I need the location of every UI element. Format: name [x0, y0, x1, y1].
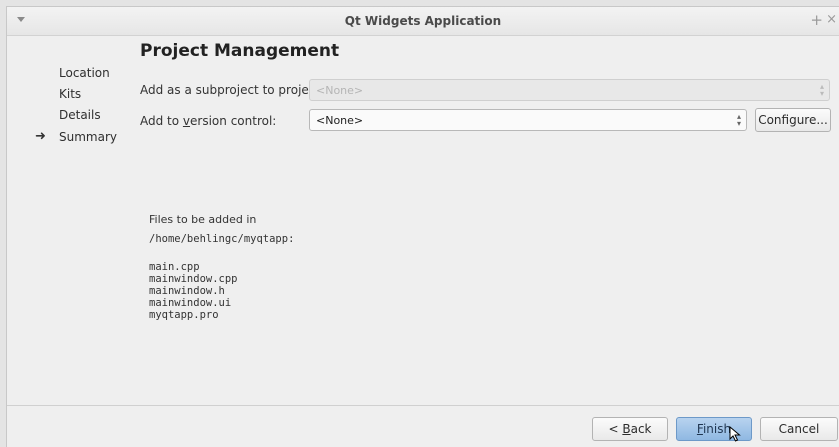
close-icon[interactable]: ×: [826, 12, 837, 27]
step-details: Details: [59, 108, 101, 122]
files-intro: Files to be added in: [149, 213, 257, 226]
combo-spin-icon: ▴ ▾: [736, 112, 741, 128]
subproject-label: Add as a subproject to project:: [140, 83, 325, 97]
combo-spin-icon: ▴ ▾: [819, 82, 824, 98]
file-item: mainwindow.h: [149, 285, 225, 297]
mouse-pointer-icon: [729, 426, 741, 442]
file-item: myqtapp.pro: [149, 309, 219, 321]
file-list: main.cpp mainwindow.cpp mainwindow.h mai…: [149, 261, 294, 321]
step-kits: Kits: [59, 87, 82, 101]
window-title: Qt Widgets Application: [344, 14, 502, 28]
wizard-steps-sidebar: Location Kits Details ➜ Summary: [7, 35, 127, 195]
step-location: Location: [59, 66, 110, 80]
files-summary: Files to be added in /home/behlingc/myqt…: [149, 213, 294, 321]
cancel-button[interactable]: Cancel: [760, 417, 838, 441]
file-item: mainwindow.cpp: [149, 273, 238, 285]
file-item: mainwindow.ui: [149, 297, 232, 309]
subproject-combo: <None> ▴ ▾: [309, 79, 830, 101]
step-summary: Summary: [59, 130, 117, 144]
title-bar: Qt Widgets Application + ×: [7, 7, 839, 36]
files-path: /home/behlingc/myqtapp:: [149, 233, 295, 245]
subproject-value: <None>: [316, 84, 364, 97]
maximize-icon[interactable]: +: [810, 11, 823, 29]
file-item: main.cpp: [149, 261, 200, 273]
wizard-window: Qt Widgets Application + × Location Kits…: [6, 6, 839, 447]
configure-button[interactable]: Configure...: [755, 108, 831, 132]
version-control-value: <None>: [316, 114, 364, 127]
page-title: Project Management: [140, 41, 340, 61]
version-control-label: Add to version control:: [140, 114, 277, 128]
footer-divider: [7, 405, 839, 406]
current-step-arrow-icon: ➜: [35, 129, 46, 144]
back-button[interactable]: < Back: [592, 417, 668, 441]
version-control-combo[interactable]: <None> ▴ ▾: [309, 109, 747, 131]
